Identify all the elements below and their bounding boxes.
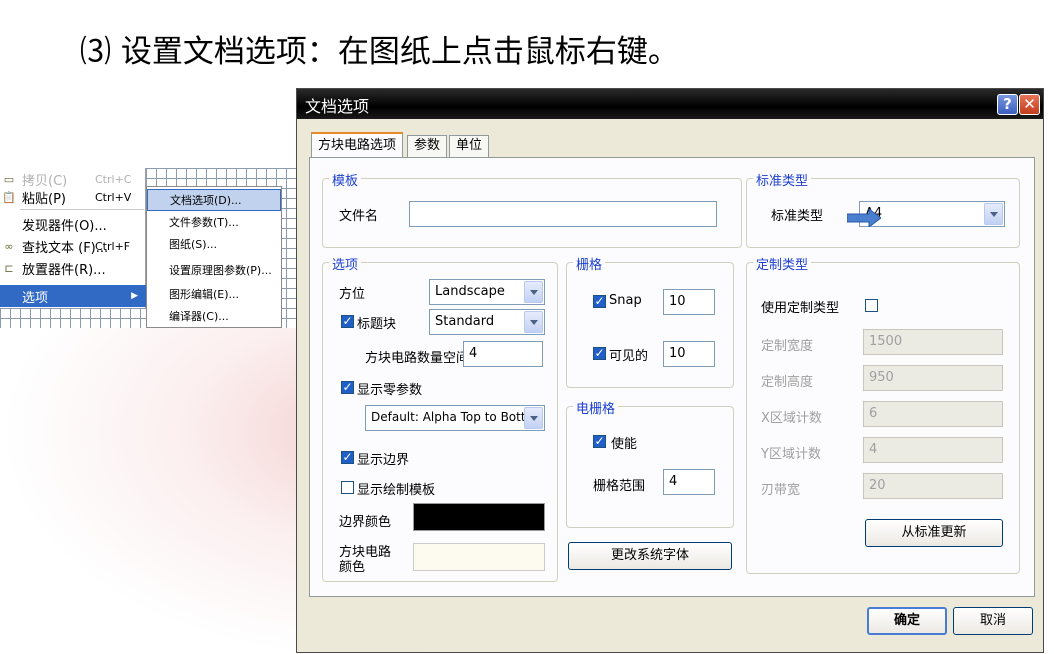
snap-label: Snap bbox=[609, 293, 642, 308]
sheet-color-label: 方块电路 颜色 bbox=[339, 545, 392, 575]
title-block-select[interactable]: Standard bbox=[429, 309, 545, 335]
binoculars-icon: ∞ bbox=[4, 239, 14, 253]
chevron-down-icon[interactable] bbox=[984, 203, 1003, 225]
custom-style-group-title: 定制类型 bbox=[753, 254, 812, 273]
electrical-grid-group-title: 电栅格 bbox=[573, 398, 619, 417]
visible-label: 可见的 bbox=[609, 349, 649, 364]
menu-separator bbox=[20, 209, 144, 210]
help-button[interactable]: ? bbox=[997, 94, 1018, 115]
paste-icon: 📋 bbox=[2, 190, 16, 204]
submenu-item-graphical-editing[interactable]: 图形编辑(E)... bbox=[147, 283, 281, 305]
dialog-titlebar[interactable]: 文档选项 ? ✕ bbox=[297, 89, 1043, 119]
custom-height-label: 定制高度 bbox=[761, 375, 814, 390]
margin-width-label: 刃带宽 bbox=[761, 483, 801, 498]
grid-range-input[interactable]: 4 bbox=[663, 469, 715, 495]
snap-input[interactable]: 10 bbox=[663, 289, 715, 315]
custom-height-input[interactable]: 950 bbox=[863, 365, 1003, 391]
submenu-item-compiler[interactable]: 编译器(C)... bbox=[147, 305, 281, 327]
menu-item-find-component[interactable]: 发现器件(O)... bbox=[0, 213, 146, 235]
border-color-label: 边界颜色 bbox=[339, 515, 392, 530]
standard-style-group-title: 标准类型 bbox=[753, 170, 812, 189]
template-group-title: 模板 bbox=[329, 170, 362, 189]
close-button[interactable]: ✕ bbox=[1019, 94, 1040, 115]
x-zones-input[interactable]: 6 bbox=[863, 401, 1003, 427]
cancel-button[interactable]: 取消 bbox=[953, 607, 1033, 635]
visible-checkbox[interactable]: ✓ bbox=[593, 347, 606, 360]
options-submenu: 文档选项(D)... 文件参数(T)... 图纸(S)... 设置原理图参数(P… bbox=[146, 186, 282, 328]
tab-units[interactable]: 单位 bbox=[449, 135, 490, 157]
dialog-title: 文档选项 bbox=[305, 97, 370, 116]
orientation-select[interactable]: Landscape bbox=[429, 279, 545, 305]
border-color-swatch[interactable] bbox=[413, 503, 545, 531]
y-zones-input[interactable]: 4 bbox=[863, 437, 1003, 463]
grid-group: 栅格 ✓ Snap 10 ✓ 可见的 10 bbox=[566, 254, 734, 388]
chevron-down-icon[interactable] bbox=[524, 311, 543, 333]
submenu-item-document-parameters[interactable]: 文件参数(T)... bbox=[147, 211, 281, 233]
submenu-arrow-icon: ▶ bbox=[131, 291, 138, 301]
update-from-standard-button[interactable]: 从标准更新 bbox=[865, 519, 1003, 547]
menu-item-paste[interactable]: 📋 粘贴(P) Ctrl+V bbox=[0, 186, 146, 208]
place-part-icon: ⊏ bbox=[4, 261, 14, 275]
pointer-arrow-icon bbox=[847, 209, 881, 227]
margin-width-input[interactable]: 20 bbox=[863, 473, 1003, 499]
tab-parameters[interactable]: 参数 bbox=[407, 135, 448, 157]
sheet-number-spaces-input[interactable]: 4 bbox=[463, 341, 543, 367]
x-zones-label: X区域计数 bbox=[761, 411, 822, 426]
show-border-label: 显示边界 bbox=[357, 453, 410, 468]
slide-title: ⑶ 设置文档选项：在图纸上点击鼠标右键。 bbox=[80, 34, 679, 70]
grid-group-title: 栅格 bbox=[573, 254, 606, 273]
menu-item-place-part[interactable]: ⊏ 放置器件(R)... bbox=[0, 257, 146, 279]
tab-sheet-options[interactable]: 方块电路选项 bbox=[311, 132, 404, 158]
sheet-color-swatch[interactable] bbox=[413, 543, 545, 571]
standard-style-label: 标准类型 bbox=[771, 209, 824, 224]
y-zones-label: Y区域计数 bbox=[761, 447, 821, 462]
title-block-checkbox[interactable]: ✓ bbox=[341, 315, 354, 328]
custom-style-group: 定制类型 使用定制类型 定制宽度 1500 定制高度 950 X区域计数 6 Y… bbox=[746, 254, 1020, 574]
custom-width-input[interactable]: 1500 bbox=[863, 329, 1003, 355]
chevron-down-icon[interactable] bbox=[524, 407, 543, 429]
visible-input[interactable]: 10 bbox=[663, 341, 715, 367]
orientation-label: 方位 bbox=[339, 287, 366, 302]
custom-width-label: 定制宽度 bbox=[761, 339, 814, 354]
chevron-down-icon[interactable] bbox=[524, 281, 543, 303]
tab-panel: 模板 文件名 标准类型 标准类型 A4 选项 方位 Landscape ✓ bbox=[309, 157, 1035, 597]
snap-checkbox[interactable]: ✓ bbox=[593, 295, 606, 308]
electrical-grid-enable-label: 使能 bbox=[611, 437, 638, 452]
submenu-item-document-options[interactable]: 文档选项(D)... bbox=[147, 189, 281, 211]
file-name-input[interactable] bbox=[409, 201, 717, 227]
sheet-number-spaces-label: 方块电路数量空间 bbox=[365, 351, 470, 366]
copy-icon: ▭ bbox=[3, 172, 15, 186]
submenu-item-schematic-preferences[interactable]: 设置原理图参数(P)... bbox=[147, 259, 281, 281]
document-options-dialog: 文档选项 ? ✕ 方块电路选项 参数 单位 模板 文件名 标准类型 标准类型 A… bbox=[296, 88, 1044, 653]
context-menu: ▭ 拷贝(C) Ctrl+C 📋 粘贴(P) Ctrl+V 发现器件(O)...… bbox=[0, 168, 146, 328]
show-border-checkbox[interactable]: ✓ bbox=[341, 451, 354, 464]
show-template-graphics-checkbox[interactable] bbox=[341, 481, 354, 494]
ok-button[interactable]: 确定 bbox=[867, 607, 947, 635]
menu-item-find-text[interactable]: ∞ 查找文本 (F)... Ctrl+F bbox=[0, 235, 146, 257]
show-reference-zones-label: 显示零参数 bbox=[357, 383, 423, 398]
title-block-label: 标题块 bbox=[357, 317, 397, 332]
use-custom-style-checkbox[interactable] bbox=[865, 299, 878, 312]
change-system-font-button[interactable]: 更改系统字体 bbox=[568, 542, 732, 570]
electrical-grid-group: 电栅格 ✓ 使能 栅格范围 4 bbox=[566, 398, 734, 528]
reference-zones-select[interactable]: Default: Alpha Top to Bottom, bbox=[365, 405, 545, 431]
file-name-label: 文件名 bbox=[339, 209, 379, 224]
schematic-grid-lower bbox=[0, 308, 146, 328]
template-group: 模板 文件名 bbox=[322, 170, 742, 248]
show-template-graphics-label: 显示绘制模板 bbox=[357, 483, 436, 498]
standard-style-group: 标准类型 标准类型 A4 bbox=[746, 170, 1020, 248]
use-custom-style-label: 使用定制类型 bbox=[761, 301, 840, 316]
options-group-title: 选项 bbox=[329, 254, 362, 273]
grid-range-label: 栅格范围 bbox=[593, 479, 646, 494]
options-group: 选项 方位 Landscape ✓ 标题块 Standard 方块电路数量空间 … bbox=[322, 254, 558, 582]
show-reference-zones-checkbox[interactable]: ✓ bbox=[341, 381, 354, 394]
menu-item-options[interactable]: 选项 ▶ bbox=[0, 285, 146, 307]
submenu-item-sheet[interactable]: 图纸(S)... bbox=[147, 233, 281, 255]
electrical-grid-enable-checkbox[interactable]: ✓ bbox=[593, 435, 606, 448]
